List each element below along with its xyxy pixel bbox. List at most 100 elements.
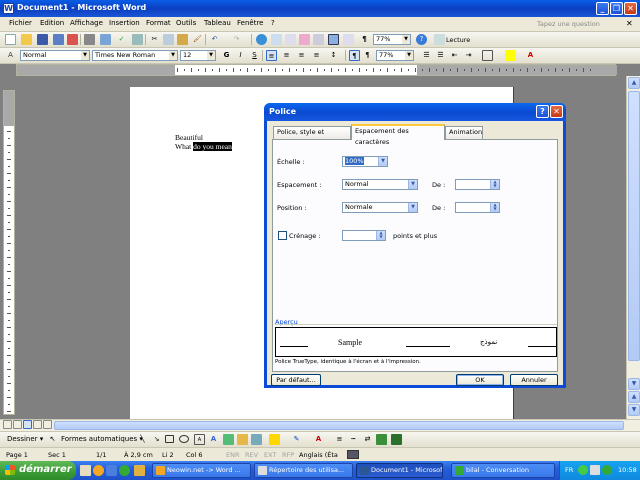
minimize-button[interactable]: _ — [596, 2, 609, 15]
dialog-title-bar[interactable]: Police ? ✕ — [264, 103, 566, 121]
status-rev[interactable]: REV — [245, 451, 258, 459]
columns-icon[interactable] — [313, 34, 324, 45]
cut-icon[interactable]: ✂ — [149, 34, 160, 45]
reading-layout-label[interactable]: Lecture — [446, 36, 470, 44]
bullets-icon[interactable]: ☰ — [435, 50, 446, 61]
scale-combo[interactable]: 100% ▼ — [342, 156, 388, 167]
tab-character-spacing[interactable]: Espacement des caractères — [351, 124, 445, 146]
close-button[interactable]: ✕ — [624, 2, 637, 15]
insert-excel-icon[interactable] — [299, 34, 310, 45]
outline-view-icon[interactable] — [33, 420, 42, 429]
font-color-icon[interactable]: A — [525, 50, 536, 61]
open-folder-icon[interactable] — [21, 34, 32, 45]
menu-edition[interactable]: Edition — [40, 19, 64, 27]
save-icon[interactable] — [37, 34, 48, 45]
textbox-icon[interactable]: A — [194, 434, 205, 445]
line-color-icon[interactable]: ✎ — [291, 434, 302, 445]
menu-tableau[interactable]: Tableau — [204, 19, 231, 27]
highlight-icon[interactable] — [505, 50, 516, 61]
status-rec[interactable]: ENR — [226, 451, 240, 459]
dialog-help-icon[interactable]: ? — [536, 105, 549, 118]
oval-icon[interactable] — [179, 435, 189, 443]
autoshapes-menu[interactable]: Formes automatiques ▾ — [61, 435, 143, 443]
reading-view-icon[interactable] — [43, 420, 52, 429]
tray-network-icon[interactable] — [578, 465, 588, 475]
draw-font-color-icon[interactable]: A — [313, 434, 324, 445]
cancel-button[interactable]: Annuler — [510, 374, 558, 386]
prev-page-icon[interactable]: ▲ — [628, 391, 640, 403]
increase-indent-icon[interactable]: ⇥ — [463, 50, 474, 61]
email-icon[interactable] — [67, 34, 78, 45]
menu-affichage[interactable]: Affichage — [70, 19, 103, 27]
default-button[interactable]: Par défaut... — [271, 374, 321, 386]
font-size-combo[interactable]: 12 ▼ — [180, 50, 216, 61]
quicklaunch-ie-icon[interactable] — [106, 465, 117, 476]
menu-fichier[interactable]: Fichier — [9, 19, 32, 27]
vertical-ruler[interactable] — [3, 90, 15, 415]
format-painter-icon[interactable]: 🖌 — [192, 34, 203, 45]
scroll-thumb[interactable] — [628, 91, 640, 361]
align-right-icon[interactable]: ≡ — [296, 50, 307, 61]
line-icon[interactable]: ╲ — [137, 434, 148, 445]
select-objects-icon[interactable]: ↖ — [47, 434, 58, 445]
horizontal-ruler[interactable] — [16, 64, 617, 76]
tables-borders-icon[interactable] — [271, 34, 282, 45]
vertical-scrollbar[interactable]: ▲ ▼ ▲ ▼ — [626, 76, 640, 419]
tray-language[interactable]: FR — [565, 466, 573, 474]
clipart-icon[interactable] — [237, 434, 248, 445]
insert-table-icon[interactable] — [285, 34, 296, 45]
bold-icon[interactable]: G — [221, 50, 232, 61]
paste-icon[interactable] — [177, 34, 188, 45]
picture-icon[interactable] — [251, 434, 262, 445]
permission-icon[interactable] — [53, 34, 64, 45]
tray-messenger-icon[interactable] — [602, 465, 612, 475]
next-page-icon[interactable]: ▼ — [628, 404, 640, 416]
menu-fenetre[interactable]: Fenêtre — [237, 19, 263, 27]
rtl-icon[interactable]: ¶ — [362, 50, 373, 61]
rectangle-icon[interactable] — [165, 435, 174, 443]
menu-help[interactable]: ? — [271, 19, 275, 27]
horizontal-scrollbar[interactable] — [54, 421, 624, 430]
spelling-icon[interactable]: ✓ — [116, 34, 127, 45]
show-hide-icon[interactable]: ¶ — [359, 34, 370, 45]
styles-pane-icon[interactable]: A — [5, 50, 16, 61]
normal-view-icon[interactable] — [3, 420, 12, 429]
start-button[interactable]: démarrer — [0, 461, 76, 480]
scroll-up-icon[interactable]: ▲ — [628, 77, 640, 89]
print-preview-icon[interactable] — [100, 34, 111, 45]
document-close-icon[interactable]: ✕ — [626, 19, 633, 28]
hyperlink-icon[interactable] — [256, 34, 267, 45]
ok-button[interactable]: OK — [456, 374, 504, 386]
fill-color-icon[interactable] — [269, 434, 280, 445]
drawing-icon[interactable] — [328, 34, 339, 45]
draw-menu[interactable]: Dessiner ▾ — [7, 435, 43, 443]
numbering-icon[interactable]: ☰ — [421, 50, 432, 61]
dash-style-icon[interactable]: ┅ — [348, 434, 359, 445]
dialog-close-icon[interactable]: ✕ — [550, 105, 563, 118]
reading-layout-icon[interactable] — [434, 34, 445, 45]
print-icon[interactable] — [84, 34, 95, 45]
task-directory[interactable]: Répertoire des utilisa... — [254, 463, 353, 478]
tab-animation[interactable]: Animation — [445, 126, 483, 139]
menu-format[interactable]: Format — [146, 19, 171, 27]
style-combo[interactable]: Normal ▼ — [20, 50, 90, 61]
help-search-input[interactable]: Tapez une question — [537, 20, 600, 28]
restore-button[interactable]: ❐ — [610, 2, 623, 15]
status-ext[interactable]: EXT — [264, 451, 276, 459]
ltr-icon[interactable]: ¶ — [349, 50, 360, 61]
quicklaunch-firefox-icon[interactable] — [93, 465, 104, 476]
help-icon[interactable]: ? — [416, 34, 427, 45]
task-neowin[interactable]: Neowin.net -> Word ... — [152, 463, 251, 478]
line-style-icon[interactable]: ≡ — [334, 434, 345, 445]
scroll-down-icon[interactable]: ▼ — [628, 378, 640, 390]
undo-icon[interactable]: ↶ — [209, 34, 220, 45]
menu-insertion[interactable]: Insertion — [109, 19, 140, 27]
decrease-indent-icon[interactable]: ⇤ — [449, 50, 460, 61]
kerning-spinner[interactable]: ▲ ▼ — [342, 230, 386, 241]
spelling-status-icon[interactable] — [347, 450, 359, 459]
format-zoom-combo[interactable]: 77% ▼ — [376, 50, 414, 61]
zoom-combo[interactable]: 77% ▼ — [373, 34, 411, 45]
quicklaunch-desktop-icon[interactable] — [80, 465, 91, 476]
arrow-style-icon[interactable]: ⇄ — [362, 434, 373, 445]
justify-icon[interactable]: ≡ — [311, 50, 322, 61]
